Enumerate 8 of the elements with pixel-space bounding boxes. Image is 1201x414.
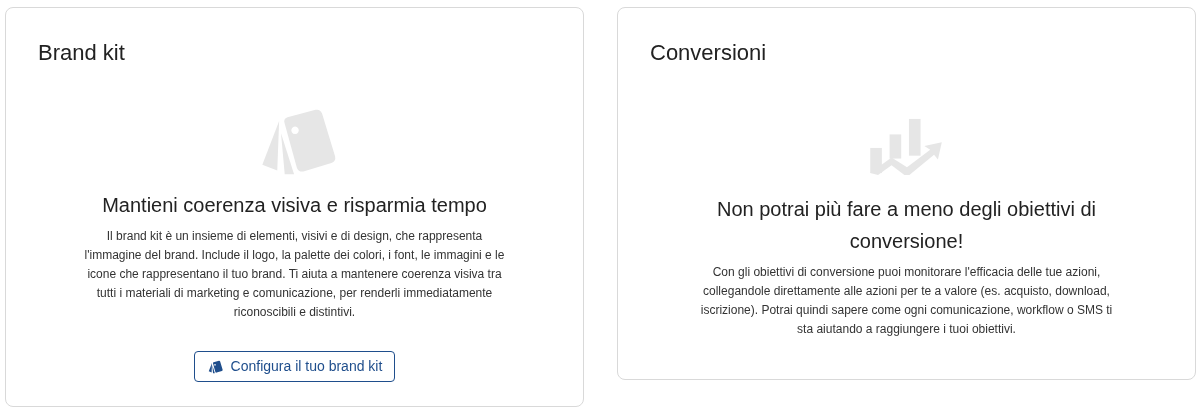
tag-icon — [206, 359, 223, 374]
card-description: Con gli obiettivi di conversione puoi monitorare l'efficacia delle tue azioni, collegandole direttamente alle azioni per te a valore (es. acquisto, download, iscrizione). Potrai quindi sapere come ogni comunicazione, workflow o SMS ti sta aiutando a raggiungere i tuoi obiettivi. — [699, 264, 1114, 338]
card-description: Il brand kit è un insieme di elementi, visivi e di design, che rappresenta l'immagine del brand. Include il logo, la palette dei colori, i font, le immagini e le icone che rappresentano il tuo brand. Ti aiuta a mantenere coerenza visiva tra tutti i materiali di marketing e comunicazione, per renderli immediatamente riconoscibili e distintivi. — [83, 228, 506, 321]
card-title: Brand kit — [38, 39, 125, 67]
card-heading: Non potrai più fare a meno degli obiettivi di conversione! — [715, 197, 1098, 254]
configure-button[interactable]: Configura il tuo brand kit — [193, 351, 396, 382]
card-heading: Mantieni coerenza visiva e risparmia tempo — [102, 193, 487, 218]
card-title: Conversioni — [650, 39, 767, 67]
